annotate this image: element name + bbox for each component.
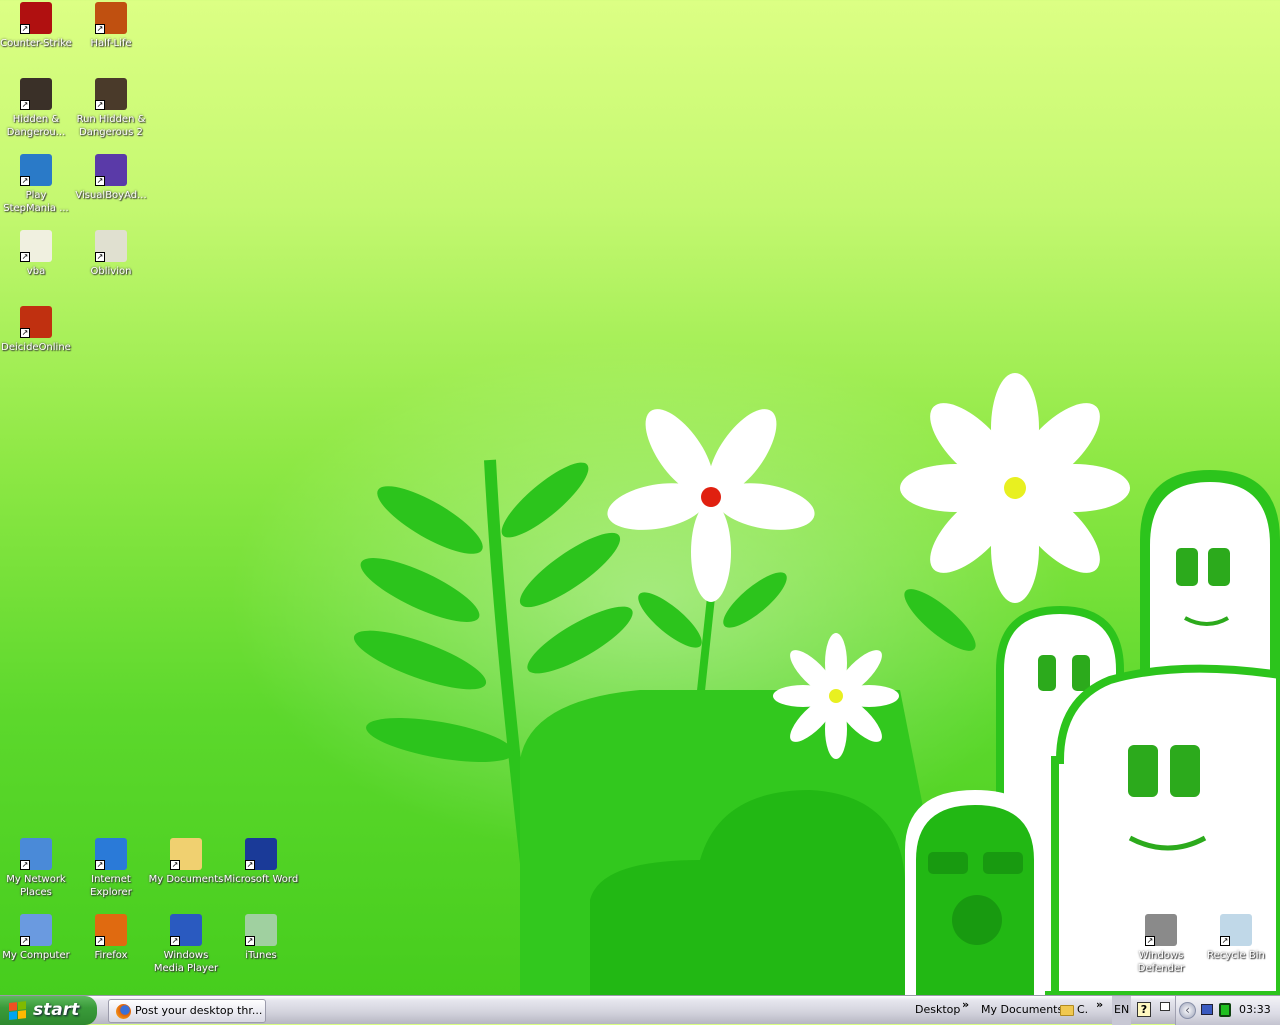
shortcut-arrow-icon: ↗ xyxy=(1220,936,1230,946)
desktop-icon-itunes[interactable]: ↗ iTunes xyxy=(223,914,299,962)
help-icon[interactable]: ? xyxy=(1137,1002,1151,1017)
hidden-dangerous-icon: ↗ xyxy=(20,78,52,110)
desktop-icon-hidden-dangerous[interactable]: ↗ Hidden & Dangerou... xyxy=(0,78,74,139)
icon-label: iTunes xyxy=(245,950,277,961)
desktop-icon-deicide-online[interactable]: ↗ DeicideOnline xyxy=(0,306,74,354)
icon-label: Counter-Strike xyxy=(0,38,72,49)
desktop-icon-counter-strike[interactable]: ↗ Counter-Strike xyxy=(0,2,74,50)
system-tray: ‹ 03:33 xyxy=(1175,996,1280,1025)
desktop-icon-half-life[interactable]: ↗ Half-Life xyxy=(73,2,149,50)
recycle-bin-icon: ↗ xyxy=(1220,914,1252,946)
icon-label: Firefox xyxy=(94,950,128,961)
icon-label: VisualBoyAd... xyxy=(75,190,147,201)
clock[interactable]: 03:33 xyxy=(1239,996,1271,1025)
shortcut-arrow-icon: ↗ xyxy=(20,860,30,870)
word-icon: ↗ xyxy=(245,838,277,870)
shortcut-arrow-icon: ↗ xyxy=(20,328,30,338)
shortcut-arrow-icon: ↗ xyxy=(245,860,255,870)
start-label: start xyxy=(33,1000,80,1020)
desktop-icon-windows-defender[interactable]: ↗ Windows Defender xyxy=(1123,914,1199,975)
stepmania-icon: ↗ xyxy=(20,154,52,186)
icon-label: Windows Defender xyxy=(1137,950,1185,974)
toolbar-c[interactable]: C. xyxy=(1077,996,1088,1025)
taskbar: start Post your desktop thr... Desktop »… xyxy=(0,995,1280,1025)
network-places-icon: ↗ xyxy=(20,838,52,870)
shortcut-arrow-icon: ↗ xyxy=(95,936,105,946)
battery-icon[interactable] xyxy=(1219,1003,1231,1017)
language-indicator[interactable]: EN xyxy=(1112,996,1132,1025)
icon-label: Half-Life xyxy=(90,38,132,49)
desktop-icon-my-documents[interactable]: ↗ My Documents xyxy=(148,838,224,886)
start-button[interactable]: start xyxy=(0,996,97,1025)
desktop-icon-network-places[interactable]: ↗ My Network Places xyxy=(0,838,74,899)
internet-explorer-icon: ↗ xyxy=(95,838,127,870)
icon-label: My Documents xyxy=(148,874,224,885)
icon-label: My Computer xyxy=(2,950,70,961)
shortcut-arrow-icon: ↗ xyxy=(95,860,105,870)
desktop-icon-word[interactable]: ↗ Microsoft Word xyxy=(223,838,299,886)
toolbar-chevron-2[interactable]: » xyxy=(1096,991,1103,1020)
icon-label: DeicideOnline xyxy=(1,342,71,353)
shortcut-arrow-icon: ↗ xyxy=(95,252,105,262)
icon-label: Microsoft Word xyxy=(223,874,299,885)
media-player-icon: ↗ xyxy=(170,914,202,946)
deicide-online-icon: ↗ xyxy=(20,306,52,338)
desktop-icon-media-player[interactable]: ↗ Windows Media Player xyxy=(148,914,224,975)
counter-strike-icon: ↗ xyxy=(20,2,52,34)
restore-icon[interactable] xyxy=(1160,1002,1170,1011)
desktop-icon-recycle-bin[interactable]: ↗ Recycle Bin xyxy=(1198,914,1274,962)
desktop-icon-oblivion[interactable]: ↗ Oblivion xyxy=(73,230,149,278)
icon-label: Internet Explorer xyxy=(90,874,132,898)
toolbar-chevron[interactable]: » xyxy=(962,991,969,1020)
shortcut-arrow-icon: ↗ xyxy=(20,252,30,262)
shortcut-arrow-icon: ↗ xyxy=(95,176,105,186)
shortcut-arrow-icon: ↗ xyxy=(245,936,255,946)
windows-logo-icon xyxy=(9,1001,27,1020)
shortcut-arrow-icon: ↗ xyxy=(95,100,105,110)
folder-icon xyxy=(1060,1005,1074,1016)
desktop-icon-visualboyadvance[interactable]: ↗ VisualBoyAd... xyxy=(73,154,149,202)
windows-defender-icon: ↗ xyxy=(1145,914,1177,946)
shortcut-arrow-icon: ↗ xyxy=(170,860,180,870)
icon-label: Play StepMania ... xyxy=(3,190,69,214)
task-label: Post your desktop thr... xyxy=(135,1004,263,1017)
half-life-icon: ↗ xyxy=(95,2,127,34)
desktop-icon-hidden-dangerous-2[interactable]: ↗ Run Hidden & Dangerous 2 xyxy=(73,78,149,139)
my-documents-icon: ↗ xyxy=(170,838,202,870)
desktop-icon-firefox[interactable]: ↗ Firefox xyxy=(73,914,149,962)
shortcut-arrow-icon: ↗ xyxy=(20,176,30,186)
itunes-icon: ↗ xyxy=(245,914,277,946)
shortcut-arrow-icon: ↗ xyxy=(95,24,105,34)
my-computer-icon: ↗ xyxy=(20,914,52,946)
icon-label: vba xyxy=(26,266,46,277)
desktop-icon-internet-explorer[interactable]: ↗ Internet Explorer xyxy=(73,838,149,899)
desktop-icon-stepmania[interactable]: ↗ Play StepMania ... xyxy=(0,154,74,215)
network-icon[interactable] xyxy=(1201,1004,1213,1015)
icon-label: Windows Media Player xyxy=(153,950,219,974)
shortcut-arrow-icon: ↗ xyxy=(170,936,180,946)
icon-label: Oblivion xyxy=(90,266,132,277)
icon-label: Recycle Bin xyxy=(1207,950,1265,961)
icon-label: Hidden & Dangerou... xyxy=(6,114,66,138)
toolbar-my-documents[interactable]: My Documents xyxy=(981,996,1063,1025)
desktop-icon-my-computer[interactable]: ↗ My Computer xyxy=(0,914,74,962)
shortcut-arrow-icon: ↗ xyxy=(20,936,30,946)
toolbar-desktop[interactable]: Desktop xyxy=(915,996,960,1025)
desktop-icon-config-file[interactable]: ↗ vba xyxy=(0,230,74,278)
firefox-icon xyxy=(116,1004,131,1019)
oblivion-icon: ↗ xyxy=(95,230,127,262)
icon-label: Run Hidden & Dangerous 2 xyxy=(76,114,146,138)
config-file-icon: ↗ xyxy=(20,230,52,262)
icon-label: My Network Places xyxy=(6,874,66,898)
visualboyadvance-icon: ↗ xyxy=(95,154,127,186)
hidden-dangerous-2-icon: ↗ xyxy=(95,78,127,110)
firefox-icon: ↗ xyxy=(95,914,127,946)
taskbar-button-firefox[interactable]: Post your desktop thr... xyxy=(108,999,266,1023)
shortcut-arrow-icon: ↗ xyxy=(1145,936,1155,946)
shortcut-arrow-icon: ↗ xyxy=(20,100,30,110)
shortcut-arrow-icon: ↗ xyxy=(20,24,30,34)
show-hidden-icons-button[interactable]: ‹ xyxy=(1179,1002,1196,1019)
